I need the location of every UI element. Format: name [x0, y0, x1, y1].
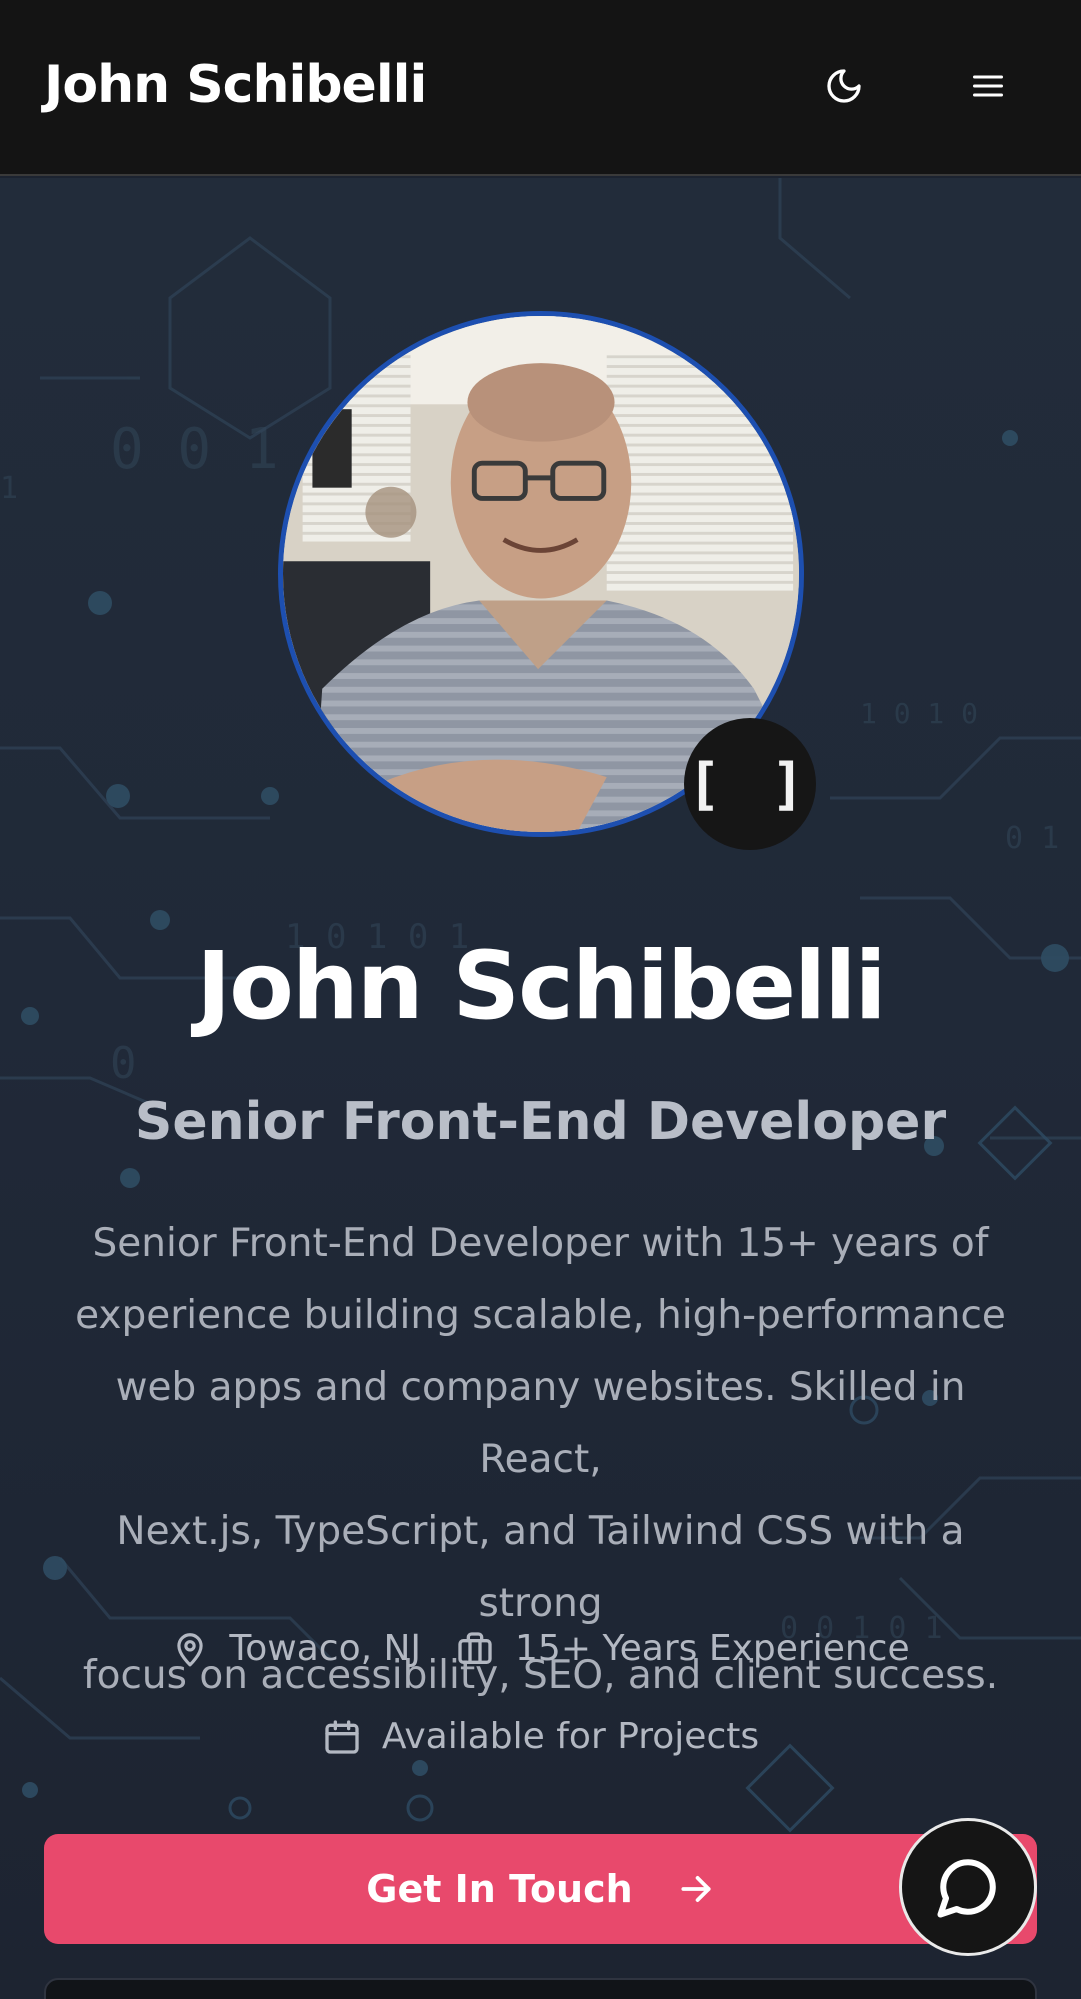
page: John Schibelli 0 0 1 1 0 1 0 1 0 0 1 0 0… — [0, 0, 1081, 1999]
svg-text:1: 1 — [0, 471, 18, 506]
brackets-icon: [ ] — [687, 751, 813, 817]
meta-row: Towaco, NJ 15+ Years Experience — [0, 1628, 1081, 1669]
next-section-card — [44, 1978, 1037, 1999]
arrow-right-icon — [681, 1876, 711, 1902]
briefcase-icon — [458, 1631, 492, 1664]
moon-icon — [827, 69, 861, 103]
map-pin-icon — [177, 1632, 204, 1666]
availability-text: Available for Projects — [381, 1716, 760, 1757]
cta-label: Get In Touch — [366, 1867, 633, 1911]
experience-text: 15+ Years Experience — [515, 1628, 910, 1669]
svg-text:0: 0 — [110, 1038, 137, 1089]
code-brackets-badge: [ ] — [684, 718, 816, 850]
calendar-icon — [325, 1719, 359, 1754]
menu-button[interactable] — [960, 58, 1016, 114]
meta-row: Available for Projects — [0, 1716, 1081, 1757]
location-meta: Towaco, NJ — [171, 1628, 421, 1669]
bio-line: experience building scalable, high-perfo… — [75, 1293, 1006, 1338]
experience-meta: 15+ Years Experience — [455, 1628, 910, 1669]
svg-text:0 0 1: 0 0 1 — [110, 417, 279, 482]
hero-role: Senior Front-End Developer — [134, 1092, 947, 1152]
location-text: Towaco, NJ — [229, 1628, 422, 1669]
hero-name: John Schibelli — [196, 932, 886, 1041]
svg-text:1 0 1 0: 1 0 1 0 — [860, 697, 978, 730]
chat-button[interactable] — [899, 1818, 1037, 1956]
bio-line: web apps and company websites. Skilled i… — [115, 1365, 966, 1482]
chat-bubble-icon — [937, 1859, 996, 1918]
top-nav-bar: John Schibelli — [0, 0, 1081, 176]
site-brand[interactable]: John Schibelli — [44, 55, 427, 115]
get-in-touch-button[interactable]: Get In Touch — [44, 1834, 1037, 1944]
bio-line: Next.js, TypeScript, and Tailwind CSS wi… — [116, 1509, 965, 1626]
hamburger-menu-icon — [973, 75, 1003, 97]
theme-toggle-button[interactable] — [816, 58, 872, 114]
bio-line: Senior Front-End Developer with 15+ year… — [92, 1221, 989, 1266]
svg-text:0 1: 0 1 — [1005, 821, 1059, 856]
availability-meta: Available for Projects — [322, 1716, 759, 1757]
